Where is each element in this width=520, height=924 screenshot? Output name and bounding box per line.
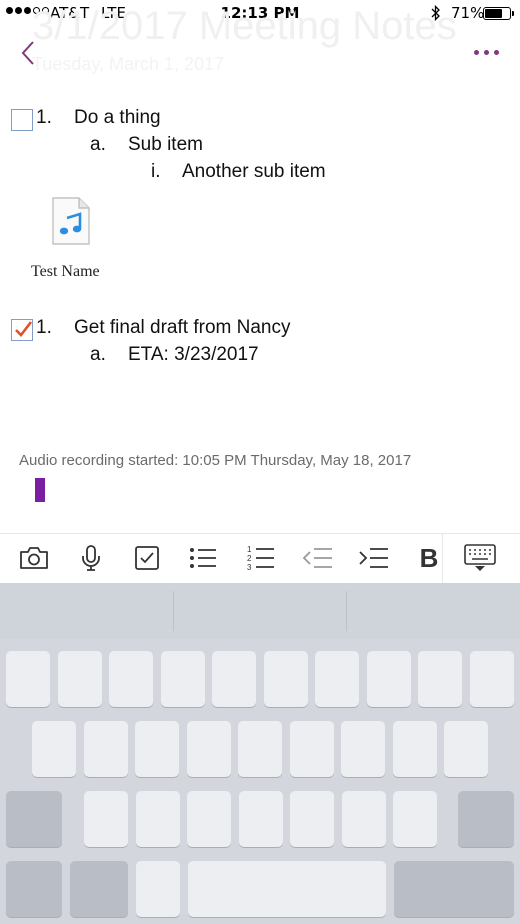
hide-keyboard-button[interactable] — [463, 542, 497, 574]
indent-icon — [359, 548, 388, 568]
keyboard-key[interactable] — [392, 721, 437, 777]
checkbox-icon — [135, 546, 159, 570]
list-number: 1. — [36, 107, 52, 128]
audio-attachment[interactable] — [50, 196, 92, 248]
numbered-list-digit: 3 — [247, 563, 252, 572]
keyboard-key[interactable] — [32, 721, 76, 777]
keyboard-key[interactable] — [458, 791, 514, 847]
keyboard-key[interactable] — [135, 791, 180, 847]
keyboard-key[interactable] — [289, 721, 334, 777]
keyboard-key[interactable] — [444, 721, 488, 777]
keyboard-key[interactable] — [238, 721, 282, 777]
attachment-name[interactable]: Test Name — [31, 263, 100, 281]
numbered-list-button[interactable]: 1 2 3 — [244, 542, 276, 574]
list-item-text[interactable]: ETA: 3/23/2017 — [128, 344, 259, 366]
keyboard-key[interactable] — [136, 861, 180, 917]
audio-recording-status: Audio recording started: 10:05 PM Thursd… — [19, 452, 412, 469]
list-marker: i. — [151, 161, 161, 182]
numbered-list-icon: 1 2 3 — [247, 545, 274, 572]
page-title[interactable]: 3/1/2017 Meeting Notes — [32, 4, 457, 49]
keyboard-key[interactable] — [290, 791, 334, 847]
keyboard-key[interactable] — [84, 791, 128, 847]
camera-button[interactable] — [18, 542, 50, 574]
keyboard-key[interactable] — [83, 721, 128, 777]
battery-icon — [483, 7, 514, 20]
microphone-icon — [82, 545, 100, 571]
bullet-list-icon — [190, 548, 216, 568]
list-item-text[interactable]: Do a thing — [74, 107, 161, 129]
keyboard-key[interactable] — [160, 651, 205, 707]
todo-checkbox[interactable] — [11, 109, 33, 131]
checkbox-button[interactable] — [133, 542, 161, 574]
page-date: Tuesday, March 1, 2017 — [32, 54, 225, 74]
list-number: 1. — [36, 317, 52, 338]
prediction-divider — [173, 591, 174, 631]
keyboard-key[interactable] — [188, 861, 386, 917]
keyboard-key[interactable] — [212, 651, 256, 707]
keyboard-key[interactable] — [394, 861, 514, 917]
keyboard-key[interactable] — [341, 791, 386, 847]
keyboard-key[interactable] — [70, 861, 128, 917]
prediction-divider — [346, 591, 347, 631]
numbered-list-digit: 1 — [247, 545, 252, 554]
list-item-text[interactable]: Sub item — [128, 134, 203, 156]
keyboard-key[interactable] — [135, 721, 179, 777]
microphone-button[interactable] — [78, 542, 104, 574]
chevron-left-icon — [21, 41, 34, 65]
keyboard-key[interactable] — [263, 651, 308, 707]
keyboard-key[interactable] — [6, 791, 62, 847]
formatting-toolbar: 1 2 3 B — [0, 533, 520, 584]
keyboard-key[interactable] — [6, 861, 62, 917]
list-marker: a. — [90, 344, 106, 365]
outdent-button[interactable] — [300, 542, 334, 574]
keyboard-key[interactable] — [109, 651, 153, 707]
list-item-text[interactable]: Get final draft from Nancy — [74, 317, 290, 339]
keyboard-key[interactable] — [315, 651, 359, 707]
keyboard-key[interactable] — [418, 651, 462, 707]
keyboard-key[interactable] — [238, 791, 283, 847]
keyboard-key[interactable] — [393, 791, 437, 847]
keyboard-key[interactable] — [341, 721, 385, 777]
on-screen-keyboard — [0, 583, 520, 924]
keyboard-key[interactable] — [469, 651, 514, 707]
bold-button[interactable]: B — [418, 542, 440, 574]
more-options-button[interactable] — [474, 44, 502, 60]
bold-icon: B — [419, 542, 439, 573]
keyboard-key[interactable] — [6, 651, 50, 707]
ellipsis-icon — [474, 49, 479, 55]
checkmark-icon — [15, 321, 33, 337]
keyboard-key[interactable] — [186, 721, 231, 777]
back-button[interactable] — [18, 38, 42, 68]
numbered-list-digit: 2 — [247, 554, 252, 563]
audio-file-icon — [52, 197, 90, 245]
list-item-text[interactable]: Another sub item — [182, 161, 326, 183]
keyboard-key[interactable] — [366, 651, 411, 707]
keyboard-key[interactable] — [187, 791, 231, 847]
bullet-list-button[interactable] — [188, 542, 218, 574]
list-marker: a. — [90, 134, 106, 155]
text-cursor — [35, 478, 45, 502]
predictive-text-bar[interactable] — [0, 583, 520, 639]
keyboard-key[interactable] — [57, 651, 102, 707]
todo-checkbox-checked[interactable] — [11, 319, 33, 341]
toolbar-divider — [442, 534, 443, 584]
outdent-icon — [302, 548, 332, 568]
camera-icon — [20, 547, 48, 569]
indent-button[interactable] — [356, 542, 390, 574]
keyboard-dismiss-icon — [464, 544, 496, 571]
